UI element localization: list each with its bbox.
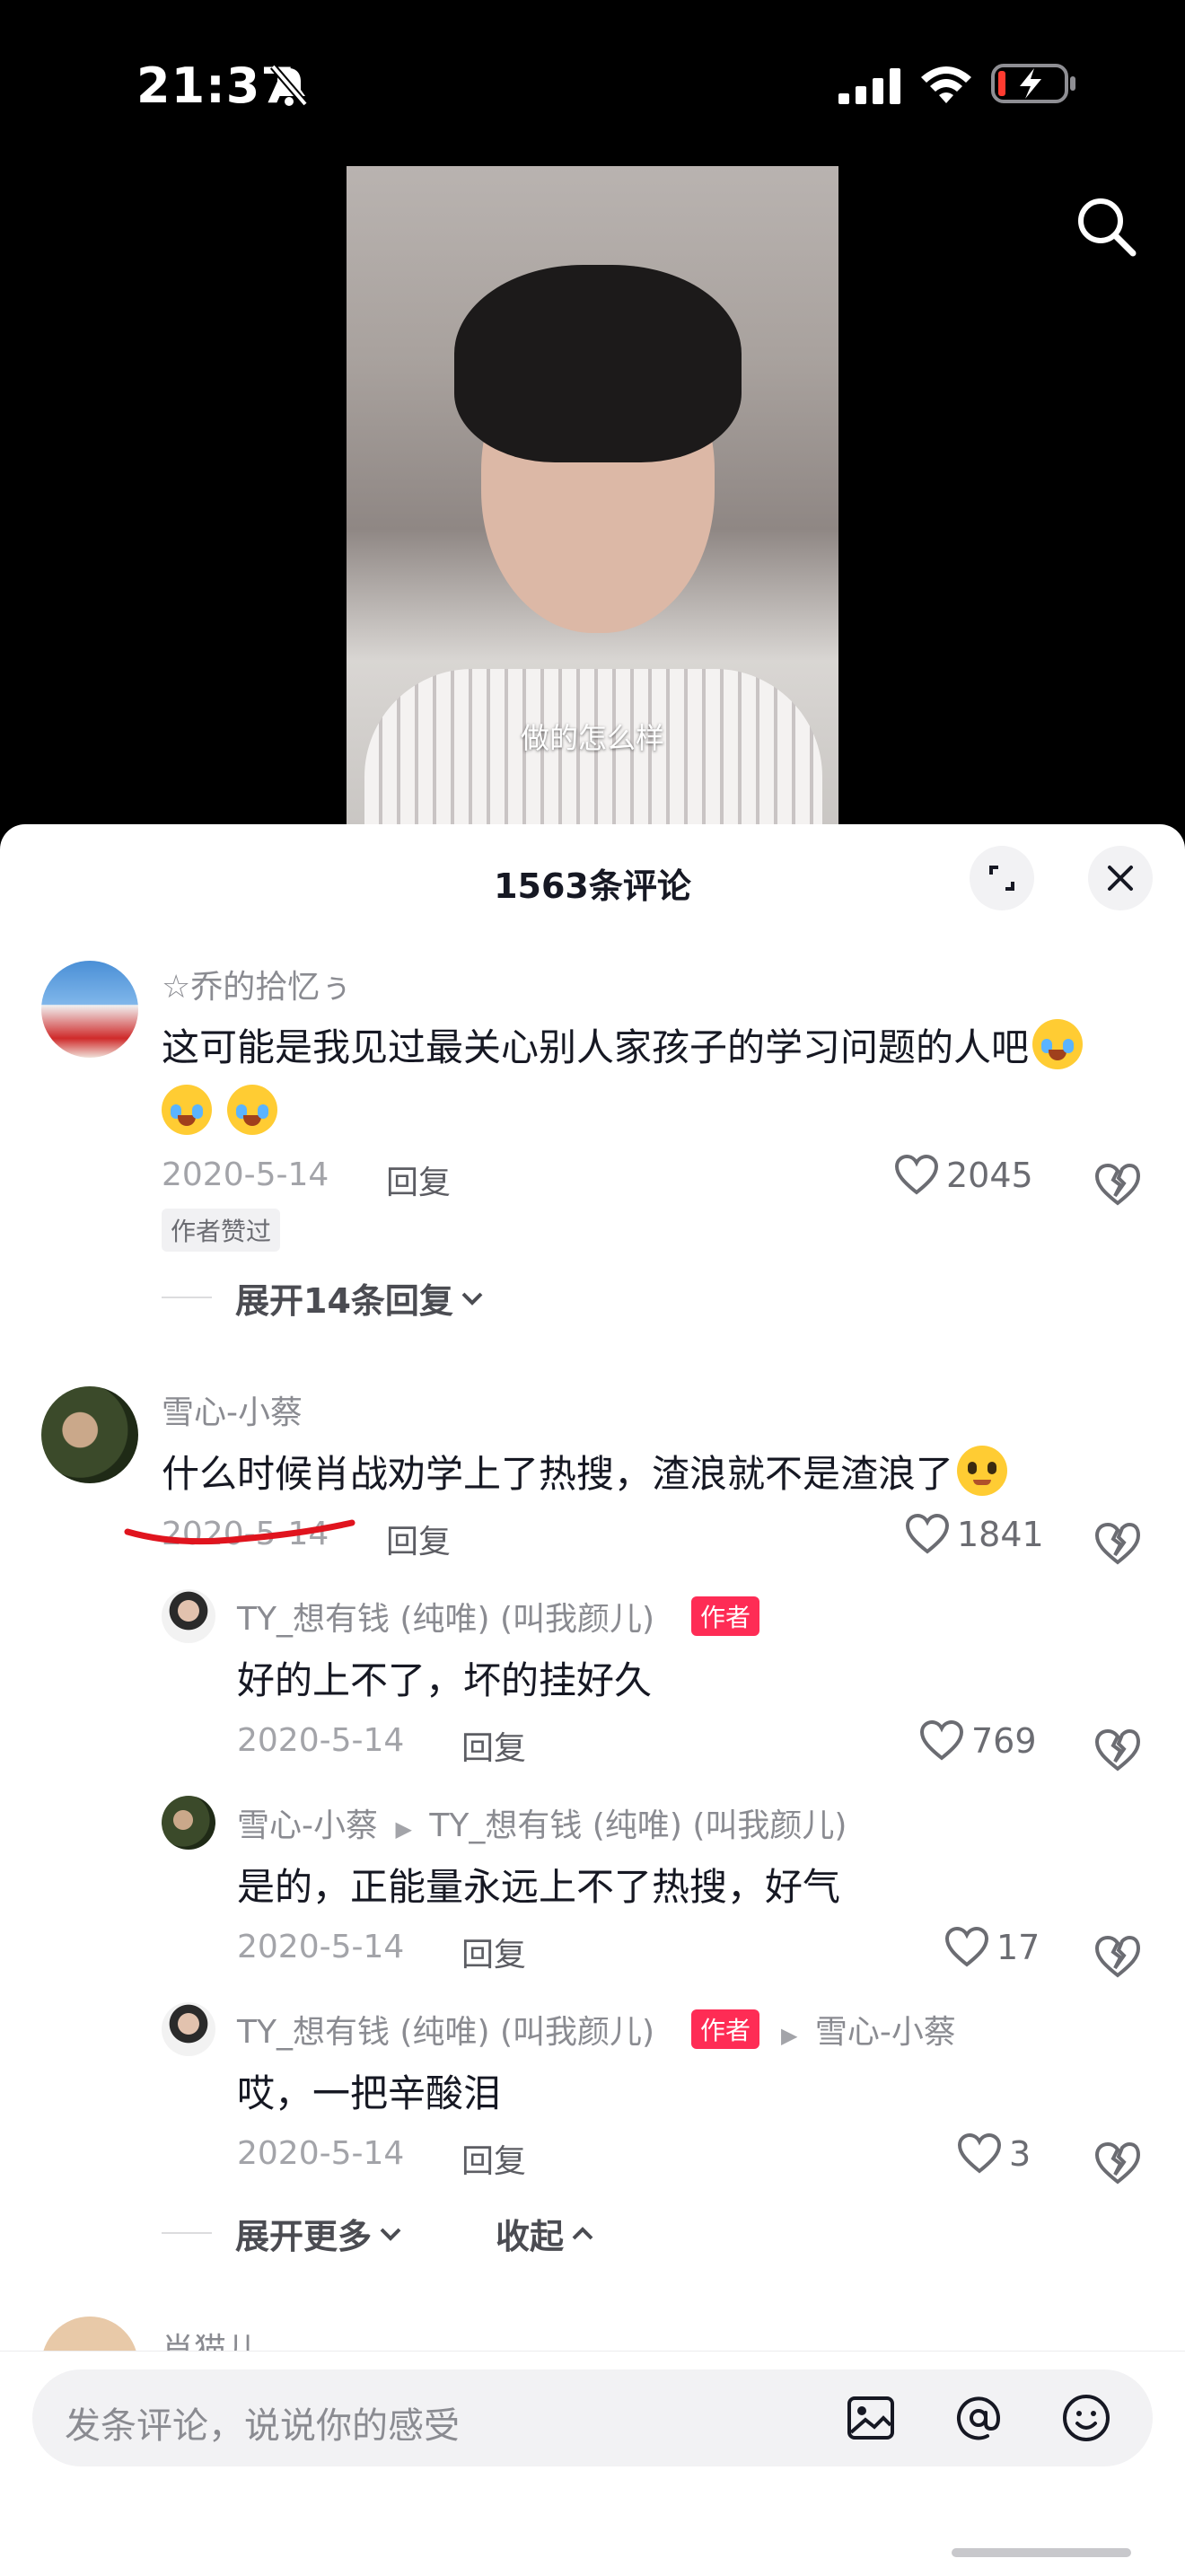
reply-username[interactable]: 雪心-小蔡 ▶ TY_想有钱 (纯唯) (叫我颜儿) xyxy=(237,1799,847,1846)
comment-input-placeholder: 发条评论，说说你的感受 xyxy=(65,2405,460,2447)
heart-icon xyxy=(894,1155,939,1195)
close-icon xyxy=(1108,866,1133,891)
expand-divider xyxy=(162,2232,212,2234)
fullscreen-button[interactable] xyxy=(970,846,1034,910)
comment-text: 这可能是我见过最关心别人家孩子的学习问题的人吧 xyxy=(162,1017,1084,1072)
video-subtitle: 做的怎么样 xyxy=(520,721,664,755)
image-icon[interactable] xyxy=(844,2391,898,2445)
search-icon[interactable] xyxy=(1070,190,1142,262)
like-count: 1841 xyxy=(957,1515,1044,1554)
video-hair xyxy=(454,265,742,462)
red-underline-annotation xyxy=(124,1519,356,1545)
comment-sheet: 1563条评论 ☆乔的拾忆ぅ 这可能是我见过最关心别人家孩子的学习问题的人吧 2… xyxy=(0,824,1185,2575)
reply-date: 2020-5-14 xyxy=(237,1929,405,1965)
heart-icon xyxy=(944,1927,989,1967)
author-badge: 作者 xyxy=(691,2009,760,2049)
chevron-up-icon xyxy=(572,2226,593,2239)
expand-replies-button[interactable]: 展开14条回复 xyxy=(235,1273,484,1323)
comment-username[interactable]: 雪心-小蔡 xyxy=(162,1386,303,1433)
chevron-down-icon xyxy=(461,1292,483,1306)
home-indicator[interactable] xyxy=(952,2548,1131,2557)
comment-username[interactable]: ☆乔的拾忆ぅ xyxy=(162,961,352,1007)
crying-emoji-icon xyxy=(162,1085,212,1135)
reply-text: 是的，正能量永远上不了热搜，好气 xyxy=(237,1865,841,1909)
comment-input-bar: 发条评论，说说你的感受 xyxy=(0,2351,1185,2576)
close-button[interactable] xyxy=(1088,846,1153,910)
reply-username[interactable]: TY_想有钱 (纯唯) (叫我颜儿) xyxy=(237,2006,654,2053)
crying-emoji-icon xyxy=(1032,1019,1084,1069)
comment-text: 什么时候肖战劝学上了热搜，渣浪就不是渣浪了 xyxy=(162,1444,1008,1499)
avatar[interactable] xyxy=(162,1796,215,1850)
expand-more-button[interactable]: 展开更多 xyxy=(235,2209,402,2258)
heart-icon xyxy=(919,1720,964,1761)
comment-text-line: 什么时候肖战劝学上了热搜，渣浪就不是渣浪了 xyxy=(162,1452,954,1496)
like-count: 17 xyxy=(996,1928,1040,1967)
like-button[interactable]: 2045 xyxy=(894,1155,1033,1196)
reply-button[interactable]: 回复 xyxy=(461,1929,526,1975)
reply-text: 哎，一把辛酸泪 xyxy=(237,2071,502,2115)
wifi-icon xyxy=(921,66,971,103)
dislike-icon[interactable] xyxy=(1093,1726,1142,1774)
reply-button[interactable]: 回复 xyxy=(461,1722,526,1769)
battery-charging-icon xyxy=(991,64,1075,103)
like-button[interactable]: 1841 xyxy=(905,1514,1044,1555)
heart-icon xyxy=(905,1514,950,1554)
emoji-icon[interactable] xyxy=(1059,2391,1113,2445)
expand-divider xyxy=(162,1297,212,1298)
avatar[interactable] xyxy=(41,1386,138,1483)
status-bar: 21:37 xyxy=(0,0,1185,171)
mention-icon[interactable] xyxy=(952,2391,1005,2445)
collapse-button[interactable]: 收起 xyxy=(496,2209,594,2258)
avatar[interactable] xyxy=(162,1589,215,1643)
reply-date: 2020-5-14 xyxy=(237,2135,405,2172)
reply-button[interactable]: 回复 xyxy=(386,1156,451,1203)
signal-icon xyxy=(838,68,900,104)
like-count: 2045 xyxy=(946,1156,1033,1195)
reply-username[interactable]: TY_想有钱 (纯唯) (叫我颜儿) xyxy=(237,1593,654,1640)
dislike-icon[interactable] xyxy=(1093,1160,1142,1209)
avatar[interactable] xyxy=(41,961,138,1058)
dislike-icon[interactable] xyxy=(1093,1932,1142,1981)
reply-button[interactable]: 回复 xyxy=(386,1516,451,1562)
expand-icon xyxy=(989,866,1014,891)
like-count: 769 xyxy=(971,1721,1037,1761)
like-count: 3 xyxy=(1009,2134,1031,2174)
dislike-icon[interactable] xyxy=(1093,2139,1142,2187)
chevron-down-icon xyxy=(380,2228,401,2241)
reply-button[interactable]: 回复 xyxy=(461,2135,526,2182)
like-button[interactable]: 3 xyxy=(957,2133,1031,2175)
heart-icon xyxy=(957,2133,1002,2174)
video-frame[interactable]: 做的怎么样 xyxy=(347,166,838,826)
reply-arrow-icon: ▶ xyxy=(781,2023,798,2048)
bell-muted-icon xyxy=(269,64,309,107)
comment-text-line: 这可能是我见过最关心别人家孩子的学习问题的人吧 xyxy=(162,1025,1030,1069)
blushing-emoji-icon xyxy=(957,1446,1008,1496)
reply-text: 好的上不了，坏的挂好久 xyxy=(237,1658,653,1702)
collapse-label: 收起 xyxy=(496,2217,565,2256)
expand-more-label: 展开更多 xyxy=(235,2217,373,2256)
avatar[interactable] xyxy=(162,2002,215,2056)
author-liked-badge: 作者赞过 xyxy=(162,1209,281,1252)
reply-arrow-icon: ▶ xyxy=(395,1816,412,1842)
like-button[interactable]: 17 xyxy=(944,1927,1040,1968)
reply-target[interactable]: ▶ 雪心-小蔡 xyxy=(781,2006,956,2053)
comment-emoji-line xyxy=(162,1085,278,1135)
reply-target-name: 雪心-小蔡 xyxy=(814,2014,956,2051)
comment-date: 2020-5-14 xyxy=(162,1156,329,1193)
crying-emoji-icon xyxy=(227,1085,278,1135)
reply-author-name: 雪心-小蔡 xyxy=(237,1807,378,1844)
like-button[interactable]: 769 xyxy=(919,1720,1037,1762)
author-badge: 作者 xyxy=(691,1596,760,1636)
expand-replies-label: 展开14条回复 xyxy=(235,1281,453,1321)
comment-input[interactable]: 发条评论，说说你的感受 xyxy=(32,2369,1153,2466)
reply-target-name: TY_想有钱 (纯唯) (叫我颜儿) xyxy=(429,1807,847,1844)
dislike-icon[interactable] xyxy=(1093,1519,1142,1568)
reply-date: 2020-5-14 xyxy=(237,1722,405,1759)
